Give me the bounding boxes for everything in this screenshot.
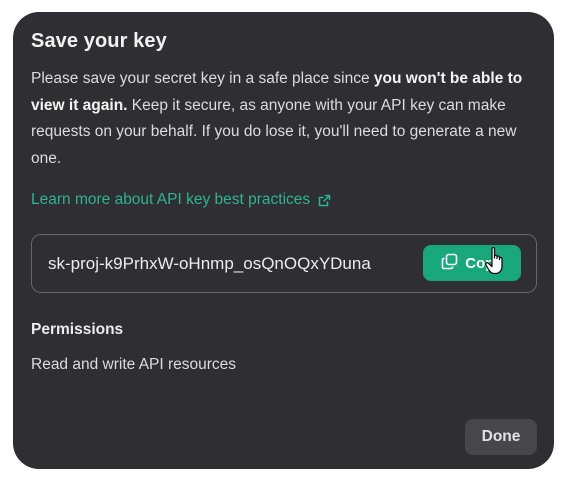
- copy-button-label: Copy: [465, 254, 503, 272]
- dialog-description: Please save your secret key in a safe pl…: [31, 66, 546, 172]
- copy-button[interactable]: Copy: [423, 245, 521, 281]
- dialog-title: Save your key: [31, 30, 167, 52]
- secret-key-input[interactable]: [46, 235, 420, 292]
- copy-icon: [441, 253, 458, 274]
- secret-key-field: Copy: [31, 234, 537, 293]
- learn-more-link[interactable]: Learn more about API key best practices: [31, 191, 331, 209]
- external-link-icon: [318, 194, 331, 207]
- done-button[interactable]: Done: [465, 419, 537, 455]
- permissions-value: Read and write API resources: [31, 356, 237, 373]
- learn-more-label: Learn more about API key best practices: [31, 191, 311, 208]
- save-key-dialog: Save your key Please save your secret ke…: [13, 12, 554, 469]
- description-text: Please save your secret key in a safe pl…: [31, 70, 374, 87]
- permissions-heading: Permissions: [31, 321, 124, 338]
